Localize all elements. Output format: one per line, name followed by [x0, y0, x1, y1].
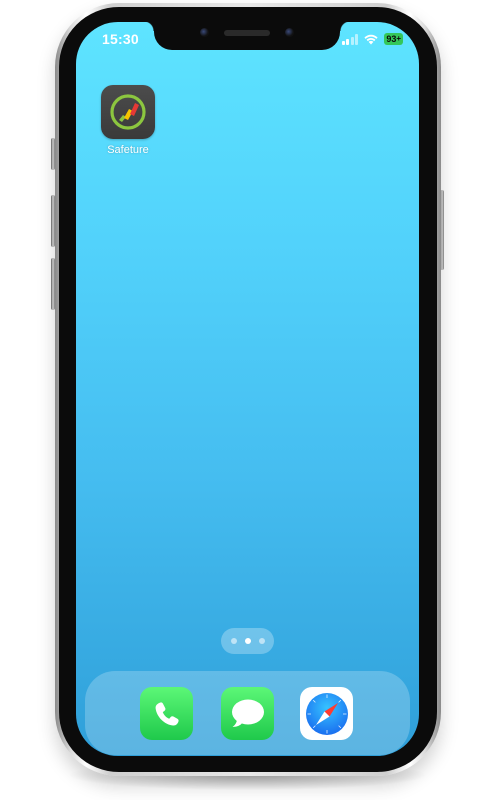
page-dot-current[interactable] — [244, 638, 251, 644]
status-time: 15:30 — [102, 31, 139, 47]
dock-phone-app[interactable] — [140, 687, 193, 740]
status-icons: 93 + — [341, 32, 403, 46]
home-screen: 15:30 93 + Safeture — [76, 22, 419, 756]
app-safeture[interactable]: Safeture — [98, 85, 158, 156]
front-camera-icon — [285, 28, 294, 37]
page-dot[interactable] — [230, 638, 237, 644]
phone-icon — [155, 701, 179, 726]
page-dot[interactable] — [258, 638, 265, 644]
earpiece-speaker — [224, 30, 270, 36]
app-label: Safeture — [107, 144, 149, 156]
battery-level: 93 — [386, 34, 397, 44]
dock — [85, 671, 410, 755]
battery-icon: 93 + — [384, 33, 403, 45]
notch — [144, 22, 350, 50]
messages-icon — [231, 699, 264, 727]
safari-icon — [305, 692, 348, 735]
safeture-logo-icon — [110, 94, 146, 130]
sensor-icon — [200, 28, 209, 37]
cellular-signal-icon — [341, 33, 359, 45]
page-indicator[interactable] — [221, 628, 274, 654]
dock-safari-app[interactable] — [300, 687, 353, 740]
safeture-app-icon[interactable] — [101, 85, 155, 139]
device-mockup: 15:30 93 + Safeture — [0, 0, 495, 800]
wifi-icon — [364, 34, 378, 45]
dock-messages-app[interactable] — [221, 687, 274, 740]
